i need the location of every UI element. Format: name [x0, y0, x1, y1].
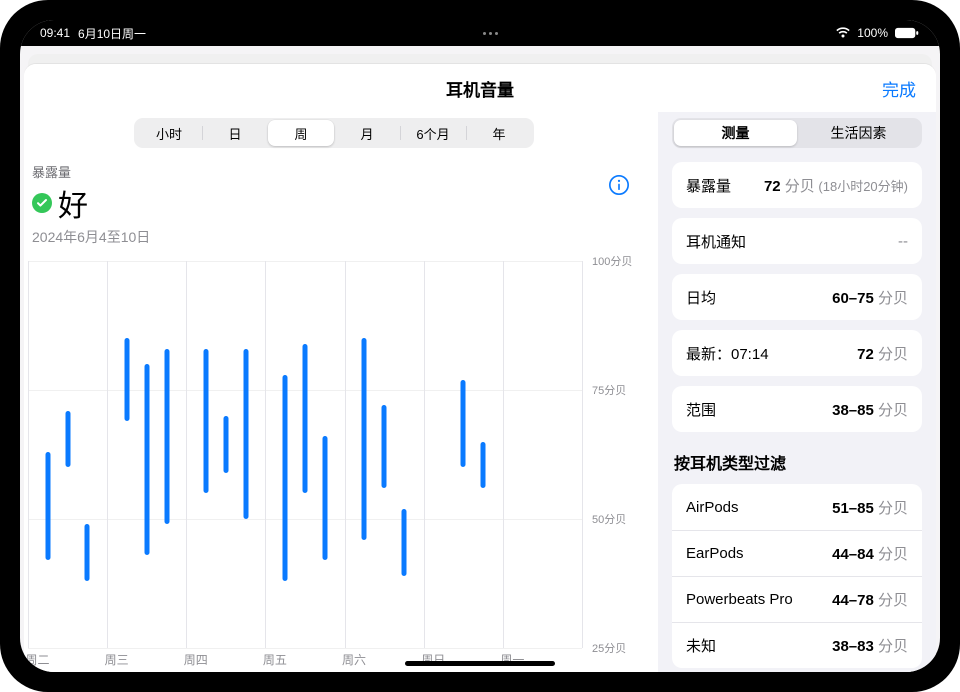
info-icon[interactable] [608, 174, 630, 196]
range-bar[interactable] [124, 338, 129, 421]
metric-label: 暴露量 [686, 175, 731, 196]
metric-value: 72 分贝 [857, 343, 908, 364]
filter-group: AirPods 51–85 分贝 EarPods 44–84 分贝 Powerbeats… [672, 484, 922, 668]
metric-value: 72 分贝 (18小时20分钟) [764, 175, 908, 196]
time-seg-小时[interactable]: 小时 [136, 120, 202, 146]
battery-icon [894, 27, 920, 39]
filter-value: 38–83 分贝 [832, 635, 908, 656]
metric-label: 日均 [686, 287, 716, 308]
time-seg-日[interactable]: 日 [202, 120, 268, 146]
status-bar: 09:41 6月10日周一 100% [20, 20, 940, 46]
metric-value: 60–75 分贝 [832, 287, 908, 308]
metric-label: 范围 [686, 399, 716, 420]
range-bar[interactable] [223, 416, 228, 473]
time-seg-月[interactable]: 月 [334, 120, 400, 146]
metric-card[interactable]: 范围 38–85 分贝 [672, 386, 922, 432]
y-tick-label: 25分贝 [586, 640, 640, 656]
range-bar[interactable] [481, 442, 486, 488]
filter-label: AirPods [686, 499, 739, 516]
y-tick-label: 50分贝 [586, 511, 640, 527]
time-seg-周[interactable]: 周 [268, 120, 334, 146]
x-tick-label: 周三 [105, 651, 129, 668]
side-panel: 测量生活因素 暴露量 72 分贝 (18小时20分钟) 耳机通知 -- 日均 60–75 … [658, 112, 936, 672]
side-segmented-control[interactable]: 测量生活因素 [672, 118, 922, 148]
time-range-segmented-control[interactable]: 小时日周月6个月年 [134, 118, 534, 148]
filter-label: 未知 [686, 635, 716, 656]
filter-label: Powerbeats Pro [686, 591, 793, 608]
detail-sheet: 耳机音量 完成 小时日周月6个月年 暴露量 [24, 64, 936, 672]
x-tick-label: 周六 [342, 651, 366, 668]
time-seg-年[interactable]: 年 [466, 120, 532, 146]
checkmark-icon [32, 193, 52, 213]
range-bar[interactable] [144, 364, 149, 555]
x-tick-label: 周五 [263, 651, 287, 668]
range-bar[interactable] [461, 380, 466, 468]
range-bar[interactable] [85, 524, 90, 581]
range-bar[interactable] [243, 349, 248, 519]
status-battery-text: 100% [857, 26, 888, 40]
range-bar[interactable] [362, 338, 367, 539]
metric-card[interactable]: 日均 60–75 分贝 [672, 274, 922, 320]
side-seg-测量[interactable]: 测量 [674, 120, 797, 146]
range-bar[interactable] [45, 452, 50, 560]
metric-card[interactable]: 耳机通知 -- [672, 218, 922, 264]
metric-label: 耳机通知 [686, 231, 746, 252]
metric-value: 38–85 分贝 [832, 399, 908, 420]
metric-card[interactable]: 暴露量 72 分贝 (18小时20分钟) [672, 162, 922, 208]
ipad-frame: 09:41 6月10日周一 100% 耳机音量 [0, 0, 960, 692]
filter-row[interactable]: 未知 38–83 分贝 [672, 622, 922, 668]
side-seg-生活因素[interactable]: 生活因素 [797, 120, 920, 146]
filter-row[interactable]: AirPods 51–85 分贝 [672, 484, 922, 530]
chart[interactable]: 25分贝50分贝75分贝100分贝周二周三周四周五周六周日周一 [28, 261, 640, 672]
status-date: 6月10日周一 [78, 25, 146, 42]
summary-label: 暴露量 [32, 162, 644, 181]
page-title: 耳机音量 [446, 76, 514, 101]
metric-value: -- [898, 233, 908, 250]
chart-plot-area: 25分贝50分贝75分贝100分贝周二周三周四周五周六周日周一 [28, 261, 582, 648]
sheet-header: 耳机音量 完成 [24, 64, 936, 112]
filter-value: 51–85 分贝 [832, 497, 908, 518]
summary-date-range: 2024年6月4至10日 [32, 227, 644, 247]
filter-row[interactable]: Powerbeats Pro 44–78 分贝 [672, 576, 922, 622]
time-seg-6个月[interactable]: 6个月 [400, 120, 466, 146]
summary-block: 暴露量 好 2024年6月4至10日 [28, 158, 644, 251]
screen: 09:41 6月10日周一 100% 耳机音量 [20, 20, 940, 672]
wifi-icon [835, 27, 851, 39]
range-bar[interactable] [322, 436, 327, 560]
home-indicator[interactable] [405, 661, 555, 666]
multitask-dots-icon[interactable] [483, 32, 498, 35]
metric-card[interactable]: 最新：07:14 72 分贝 [672, 330, 922, 376]
y-tick-label: 75分贝 [586, 382, 640, 398]
x-tick-label: 周四 [184, 651, 208, 668]
filter-row[interactable]: EarPods 44–84 分贝 [672, 530, 922, 576]
y-tick-label: 100分贝 [586, 253, 640, 269]
range-bar[interactable] [283, 375, 288, 581]
filter-section-title: 按耳机类型过滤 [674, 450, 920, 474]
range-bar[interactable] [204, 349, 209, 493]
x-tick-label: 周二 [25, 651, 49, 668]
filter-label: EarPods [686, 545, 744, 562]
range-bar[interactable] [303, 344, 308, 494]
summary-status: 好 [58, 181, 88, 225]
done-button[interactable]: 完成 [882, 76, 916, 101]
range-bar[interactable] [65, 411, 70, 468]
filter-value: 44–84 分贝 [832, 543, 908, 564]
range-bar[interactable] [164, 349, 169, 524]
metrics-group: 暴露量 72 分贝 (18小时20分钟) 耳机通知 -- 日均 60–75 分贝最新：07… [672, 162, 922, 432]
filter-value: 44–78 分贝 [832, 589, 908, 610]
status-time: 09:41 [40, 26, 70, 40]
range-bar[interactable] [401, 509, 406, 576]
metric-label: 最新：07:14 [686, 343, 769, 364]
range-bar[interactable] [382, 405, 387, 488]
main-panel: 小时日周月6个月年 暴露量 好 2024年6月4至10日 [24, 112, 658, 672]
